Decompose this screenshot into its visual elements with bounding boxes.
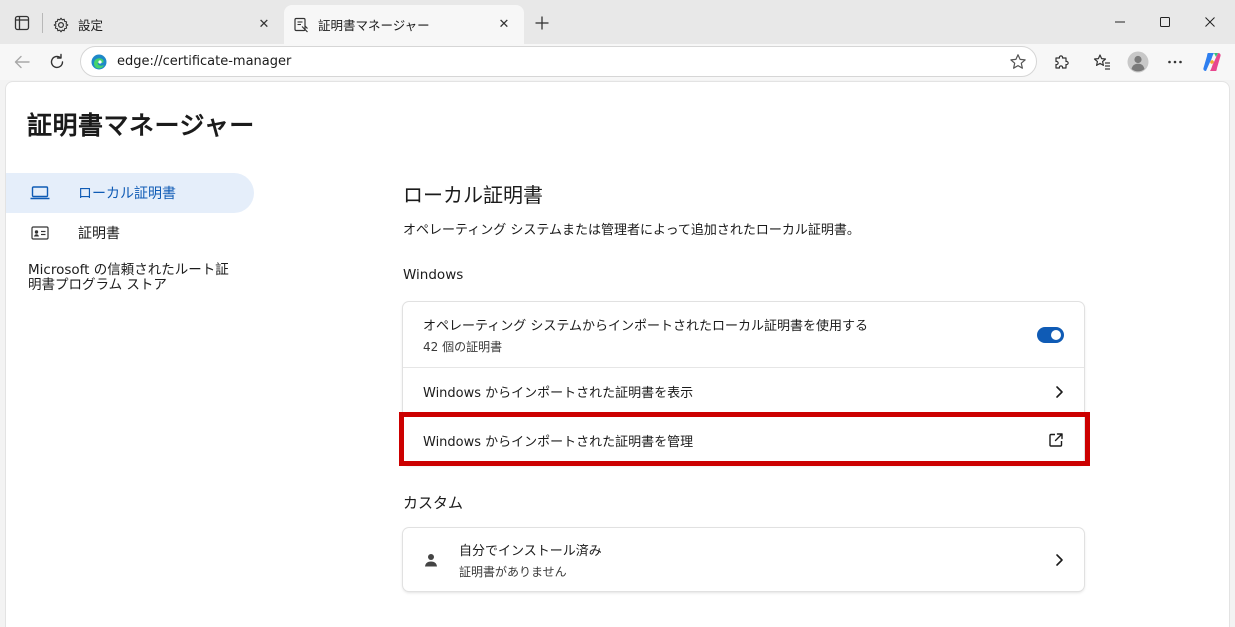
tab-strip: 設定 ✕ 証明書マネージャー ✕ bbox=[0, 0, 1235, 44]
section-description: オペレーティング システムまたは管理者によって追加されたローカル証明書。 bbox=[403, 223, 860, 238]
page-content: 証明書マネージャー ローカル証明書 証明書 Microsoft の信頼されたルー… bbox=[5, 81, 1230, 627]
sidebar-item-label: Microsoft の信頼されたルート証明書プログラム ストア bbox=[28, 262, 229, 293]
tab-close-button[interactable]: ✕ bbox=[494, 15, 514, 35]
row-primary-text: 自分でインストール済み bbox=[459, 543, 602, 559]
gear-icon bbox=[52, 16, 70, 34]
certificate-page-icon bbox=[292, 16, 310, 34]
close-window-button[interactable] bbox=[1190, 6, 1230, 38]
section-title: ローカル証明書 bbox=[403, 183, 543, 207]
view-imported-certificates-row[interactable]: Windows からインポートされた証明書を表示 bbox=[403, 367, 1084, 415]
edge-logo-icon bbox=[91, 54, 107, 69]
sidebar-item-label: 証明書 bbox=[78, 226, 120, 242]
add-favorite-button[interactable] bbox=[1008, 52, 1028, 72]
tab-certificate-manager[interactable]: 証明書マネージャー ✕ bbox=[284, 5, 524, 44]
tab-actions-button[interactable] bbox=[8, 10, 36, 36]
more-dots-icon bbox=[1168, 60, 1182, 64]
row-secondary-text: 証明書がありません bbox=[459, 564, 567, 579]
installed-by-you-row[interactable]: 自分でインストール済み 証明書がありません bbox=[403, 528, 1084, 591]
minimize-button[interactable] bbox=[1100, 6, 1140, 38]
row-primary-text: オペレーティング システムからインポートされたローカル証明書を使用する bbox=[423, 318, 868, 334]
copilot-button[interactable] bbox=[1197, 47, 1227, 77]
custom-certificates-card: 自分でインストール済み 証明書がありません bbox=[403, 528, 1084, 591]
profile-button[interactable] bbox=[1123, 47, 1153, 77]
sidebar-item-microsoft-root-store[interactable]: Microsoft の信頼されたルート証明書プログラム ストア bbox=[6, 261, 246, 301]
maximize-icon bbox=[1160, 17, 1170, 27]
tab-settings[interactable]: 設定 ✕ bbox=[44, 5, 284, 44]
highlight-annotation bbox=[399, 412, 1090, 466]
chevron-right-icon bbox=[1036, 380, 1064, 404]
avatar bbox=[1127, 51, 1149, 73]
group-label-custom: カスタム bbox=[403, 494, 464, 512]
sidebar-item-local-certificates[interactable]: ローカル証明書 bbox=[6, 173, 254, 213]
toggle-knob bbox=[1051, 329, 1061, 340]
url-text: edge://certificate-manager bbox=[117, 54, 292, 69]
refresh-icon bbox=[50, 53, 64, 69]
laptop-icon bbox=[28, 183, 52, 203]
tab-actions-icon bbox=[14, 15, 30, 31]
page-title: 証明書マネージャー bbox=[27, 111, 255, 140]
puzzle-icon bbox=[1055, 55, 1069, 69]
tab-title: 設定 bbox=[78, 18, 104, 33]
close-icon bbox=[1205, 17, 1215, 27]
refresh-button[interactable] bbox=[42, 47, 72, 77]
id-card-icon bbox=[28, 223, 52, 243]
more-menu-button[interactable] bbox=[1160, 47, 1190, 77]
favorites-list-icon bbox=[1093, 54, 1110, 70]
extensions-button[interactable] bbox=[1047, 47, 1077, 77]
sidebar-item-certificates[interactable]: 証明書 bbox=[6, 213, 254, 253]
use-os-certificates-toggle[interactable] bbox=[1037, 326, 1064, 343]
plus-icon bbox=[535, 16, 549, 30]
minimize-icon bbox=[1115, 21, 1125, 23]
use-os-certificates-row[interactable]: オペレーティング システムからインポートされたローカル証明書を使用する 42 個… bbox=[403, 302, 1084, 367]
tab-close-button[interactable]: ✕ bbox=[254, 15, 274, 35]
sidebar-item-label: ローカル証明書 bbox=[78, 186, 176, 202]
certificate-count: 42 個の証明書 bbox=[423, 339, 503, 354]
group-label-windows: Windows bbox=[403, 267, 464, 283]
new-tab-button[interactable] bbox=[528, 9, 556, 37]
copilot-icon bbox=[1203, 53, 1221, 71]
chevron-right-icon bbox=[1036, 548, 1064, 572]
browser-toolbar: edge://certificate-manager bbox=[0, 44, 1235, 80]
back-button[interactable] bbox=[7, 47, 37, 77]
star-icon bbox=[1010, 54, 1026, 69]
address-bar[interactable]: edge://certificate-manager bbox=[80, 46, 1037, 77]
person-icon bbox=[423, 552, 459, 568]
row-primary-text: Windows からインポートされた証明書を表示 bbox=[423, 386, 694, 401]
tab-title: 証明書マネージャー bbox=[318, 18, 430, 33]
back-arrow-icon bbox=[14, 55, 30, 69]
tab-separator bbox=[42, 13, 43, 33]
maximize-button[interactable] bbox=[1145, 6, 1185, 38]
favorites-button[interactable] bbox=[1087, 47, 1117, 77]
